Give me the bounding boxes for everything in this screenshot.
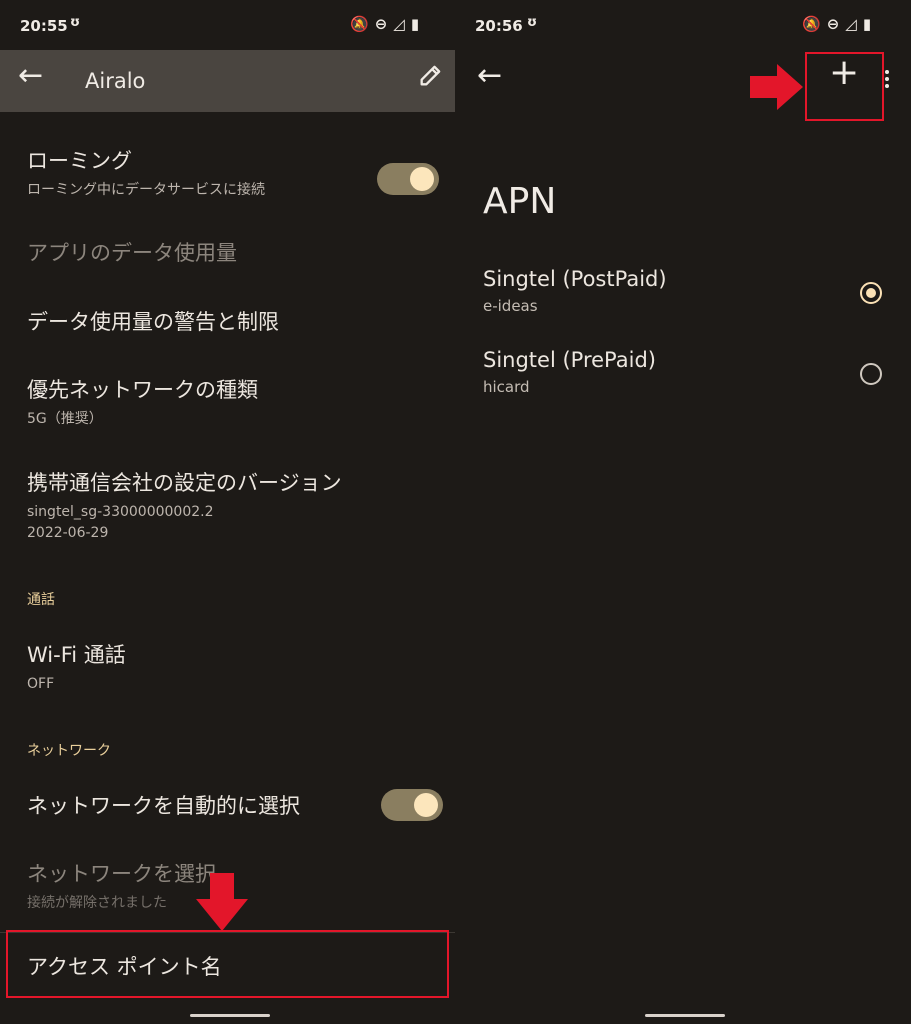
- more-options-icon[interactable]: [885, 70, 890, 88]
- status-bar: 20:55 ʊ 🔕⊖◿▮: [0, 0, 455, 50]
- highlight-box-apn: [6, 930, 449, 998]
- apn-panel: 20:56 ʊ 🔕⊖◿▮ ← + APN Singtel (PostPaid) …: [457, 0, 911, 1024]
- data-warning-title: データ使用量の警告と制限: [27, 310, 279, 334]
- data-warning-row[interactable]: データ使用量の警告と制限: [27, 306, 455, 336]
- battery-icon: ▮: [410, 15, 426, 33]
- apn-radio-unselected[interactable]: [860, 363, 882, 385]
- highlight-box-add: [805, 52, 884, 121]
- page-title: APN: [483, 181, 557, 222]
- wifi-calling-row[interactable]: Wi-Fi 通話 OFF: [27, 639, 455, 695]
- apn-value: e-ideas: [483, 297, 538, 315]
- bell-off-icon: 🔕: [802, 15, 827, 33]
- status-icons: 🔕⊖◿▮: [802, 15, 877, 33]
- auto-network-toggle[interactable]: [381, 789, 443, 821]
- carrier-version-id: singtel_sg-33000000002.2: [27, 504, 214, 520]
- carrier-version-title: 携帯通信会社の設定のバージョン: [27, 471, 342, 495]
- gesture-navigation-bar[interactable]: [645, 1014, 725, 1017]
- carrier-version-row[interactable]: 携帯通信会社の設定のバージョン singtel_sg-33000000002.2…: [27, 467, 455, 544]
- signal-icon: ◿: [845, 15, 863, 33]
- apn-radio-selected[interactable]: [860, 282, 882, 304]
- edit-pencil-icon[interactable]: [417, 60, 445, 90]
- calls-section-header: 通話: [27, 592, 55, 608]
- status-bar: 20:56 ʊ 🔕⊖◿▮: [457, 0, 911, 50]
- network-section-header: ネットワーク: [27, 743, 111, 759]
- right-arrow-annotation-icon: [750, 64, 803, 110]
- back-arrow-icon[interactable]: ←: [18, 58, 43, 93]
- dnd-icon: ⊖: [826, 15, 846, 33]
- apn-name: Singtel (PostPaid): [483, 267, 667, 291]
- settings-panel: 20:55 ʊ 🔕⊖◿▮ ← Airalo ローミング ローミング中にデータサー…: [0, 0, 455, 1024]
- apn-name: Singtel (PrePaid): [483, 348, 656, 372]
- app-data-usage-row: アプリのデータ使用量: [27, 237, 455, 267]
- bell-off-icon: 🔕: [350, 15, 375, 33]
- preferred-network-subtitle: 5G（推奨）: [27, 411, 103, 427]
- wifi-calling-status: OFF: [27, 676, 55, 692]
- toggle-knob: [414, 793, 438, 817]
- signal-icon: ◿: [393, 15, 411, 33]
- preferred-network-row[interactable]: 優先ネットワークの種類 5G（推奨）: [27, 374, 455, 430]
- cat-icon: ʊ: [70, 15, 81, 30]
- apn-list-item[interactable]: Singtel (PrePaid) hicard: [483, 348, 911, 398]
- battery-icon: ▮: [862, 15, 878, 33]
- roaming-toggle[interactable]: [377, 163, 439, 195]
- back-arrow-icon[interactable]: ←: [477, 58, 502, 93]
- status-time: 20:55: [20, 17, 68, 35]
- carrier-version-value: singtel_sg-33000000002.2 2022-06-29: [27, 502, 455, 544]
- status-icons: 🔕⊖◿▮: [350, 15, 425, 33]
- down-arrow-annotation-icon: [196, 873, 248, 931]
- apn-list-item[interactable]: Singtel (PostPaid) e-ideas: [483, 267, 911, 317]
- app-data-usage-title: アプリのデータ使用量: [27, 241, 237, 265]
- app-bar: ← Airalo: [0, 50, 455, 112]
- status-time: 20:56: [475, 17, 523, 35]
- apn-value: hicard: [483, 378, 530, 396]
- dnd-icon: ⊖: [374, 15, 394, 33]
- carrier-version-date: 2022-06-29: [27, 525, 109, 541]
- gesture-navigation-bar[interactable]: [190, 1014, 270, 1017]
- app-bar-title: Airalo: [85, 69, 146, 93]
- preferred-network-title: 優先ネットワークの種類: [27, 378, 258, 402]
- toggle-knob: [410, 167, 434, 191]
- cat-icon: ʊ: [527, 15, 538, 30]
- wifi-calling-title: Wi-Fi 通話: [27, 643, 126, 667]
